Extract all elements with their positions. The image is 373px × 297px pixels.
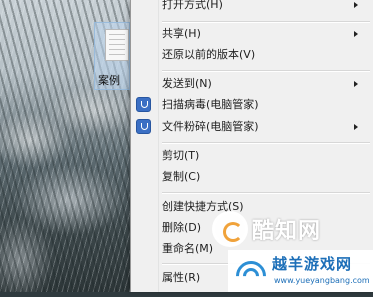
submenu-arrow-icon (354, 31, 358, 37)
menu-item-cut[interactable]: 剪切(T) (162, 146, 372, 166)
yueyang-url-text: www.yueyangbang.com (274, 276, 370, 285)
menu-item-label: 共享(H) (162, 27, 201, 40)
submenu-arrow-icon (354, 2, 358, 8)
menu-item-scan-virus[interactable]: 扫描病毒(电脑管家) (162, 95, 372, 115)
menu-item-restore-previous-versions[interactable]: 还原以前的版本(V) (162, 45, 372, 65)
signal-logo-icon (229, 253, 273, 297)
menu-item-label: 删除(D) (162, 221, 202, 234)
menu-item-label: 打开方式(H) (162, 0, 223, 11)
submenu-arrow-icon (354, 124, 358, 130)
kuzhi-watermark: 酷知网 (212, 205, 352, 253)
menu-item-label: 剪切(T) (162, 149, 200, 162)
yueyang-watermark: 越羊游戏网 www.yueyangbang.com (228, 250, 373, 297)
menu-item-label: 发送到(N) (162, 77, 212, 90)
menu-item-label: 扫描病毒(电脑管家) (162, 98, 259, 111)
menu-item-file-shredder[interactable]: 文件粉碎(电脑管家) (162, 117, 372, 137)
menu-item-open-with[interactable]: 打开方式(H) (162, 0, 372, 15)
menu-item-label: 还原以前的版本(V) (162, 48, 256, 61)
menu-item-label: 复制(C) (162, 170, 201, 183)
yueyang-brand-text: 越羊游戏网 (272, 255, 353, 273)
menu-item-copy[interactable]: 复制(C) (162, 167, 372, 187)
menu-item-share[interactable]: 共享(H) (162, 24, 372, 44)
kuzhi-watermark-text: 酷知网 (252, 219, 322, 244)
menu-item-label: 文件粉碎(电脑管家) (162, 120, 259, 133)
menu-separator (162, 142, 370, 144)
document-icon (105, 29, 129, 61)
menu-icon-gutter (131, 0, 159, 292)
menu-item-send-to[interactable]: 发送到(N) (162, 74, 372, 94)
menu-separator (162, 192, 370, 194)
kuzhi-logo-icon (212, 211, 248, 247)
menu-item-label: 重命名(M) (162, 242, 214, 255)
menu-separator (162, 21, 370, 23)
selected-file-icon[interactable]: 案例 (94, 22, 130, 90)
menu-separator (162, 70, 370, 72)
shield-icon (136, 119, 151, 134)
shield-icon (136, 97, 151, 112)
submenu-arrow-icon (354, 81, 358, 87)
file-name-label: 案例 (98, 74, 120, 87)
menu-item-label: 属性(R) (162, 271, 201, 284)
